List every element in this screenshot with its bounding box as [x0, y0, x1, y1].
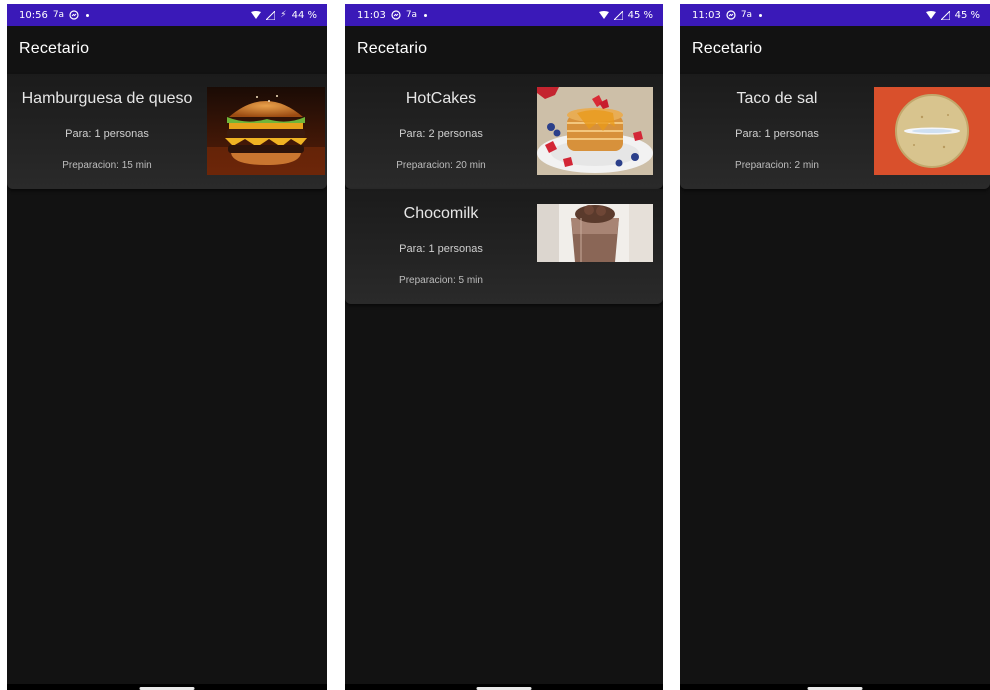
recipe-servings: Para: 1 personas	[735, 128, 819, 140]
wifi-icon	[925, 10, 936, 20]
app-title: Recetario	[357, 40, 428, 57]
7a-icon: 7a	[52, 10, 65, 20]
phone-screen-3: 11:03 7a 45 % Recetario Taco de sal Para…	[680, 4, 990, 690]
7a-icon: 7a	[740, 10, 753, 20]
notification-dot-icon	[424, 13, 428, 17]
notification-dot-icon	[86, 13, 90, 17]
recipe-prep-time: Preparacion: 2 min	[735, 160, 819, 171]
signal-icon	[266, 10, 276, 20]
hamburger-image	[207, 87, 325, 175]
messenger-icon	[69, 10, 79, 20]
messenger-icon	[391, 10, 401, 20]
battery-level: 45 %	[627, 9, 653, 21]
battery-level: 44 %	[291, 9, 317, 21]
recipe-card[interactable]: Chocomilk Para: 1 personas Preparacion: …	[345, 189, 663, 304]
recipe-card[interactable]: Taco de sal Para: 1 personas Preparacion…	[680, 74, 990, 189]
recipe-prep-time: Preparacion: 15 min	[62, 160, 152, 171]
app-title: Recetario	[19, 40, 90, 57]
app-bar: Recetario	[7, 26, 327, 72]
app-bar: Recetario	[345, 26, 663, 72]
recipe-prep-time: Preparacion: 20 min	[396, 160, 486, 171]
wifi-icon	[251, 10, 262, 20]
signal-icon	[613, 10, 623, 20]
status-bar: 10:56 7a ⚡ 44 %	[7, 4, 327, 26]
chocomilk-image	[537, 204, 653, 262]
recipe-name: HotCakes	[405, 90, 477, 107]
battery-level: 45 %	[954, 9, 980, 21]
recipe-list: Hamburguesa de queso Para: 1 personas Pr…	[7, 74, 327, 189]
pancakes-image	[537, 87, 653, 175]
recipe-name: Taco de sal	[736, 90, 818, 107]
recipe-servings: Para: 1 personas	[65, 128, 149, 140]
status-bar: 11:03 7a 45 %	[345, 4, 663, 26]
signal-icon	[940, 10, 950, 20]
recipe-list: HotCakes Para: 2 personas Preparacion: 2…	[345, 74, 663, 304]
battery-charging-icon: ⚡	[280, 10, 287, 20]
recipe-name: Chocomilk	[403, 205, 479, 222]
recipe-servings: Para: 2 personas	[399, 128, 483, 140]
recipe-card[interactable]: Hamburguesa de queso Para: 1 personas Pr…	[7, 74, 327, 189]
app-title: Recetario	[692, 40, 763, 57]
status-time: 10:56	[19, 9, 48, 21]
app-bar: Recetario	[680, 26, 990, 72]
recipe-name: Hamburguesa de queso	[21, 90, 193, 107]
7a-icon: 7a	[405, 10, 418, 20]
wifi-icon	[598, 10, 609, 20]
navigation-bar	[7, 684, 327, 690]
phone-screen-2: 11:03 7a 45 % Recetario HotCakes Para: 2…	[345, 4, 663, 690]
navigation-bar	[345, 684, 663, 690]
recipe-servings: Para: 1 personas	[399, 243, 483, 255]
status-time: 11:03	[692, 9, 721, 21]
recipe-list: Taco de sal Para: 1 personas Preparacion…	[680, 74, 990, 189]
recipe-card[interactable]: HotCakes Para: 2 personas Preparacion: 2…	[345, 74, 663, 189]
status-time: 11:03	[357, 9, 386, 21]
recipe-prep-time: Preparacion: 5 min	[399, 275, 483, 286]
status-bar: 11:03 7a 45 %	[680, 4, 990, 26]
phone-screen-1: 10:56 7a ⚡ 44 % Recetario Hamburguesa de…	[7, 4, 327, 690]
notification-dot-icon	[759, 13, 763, 17]
tortilla-image	[874, 87, 990, 175]
messenger-icon	[726, 10, 736, 20]
navigation-bar	[680, 684, 990, 690]
